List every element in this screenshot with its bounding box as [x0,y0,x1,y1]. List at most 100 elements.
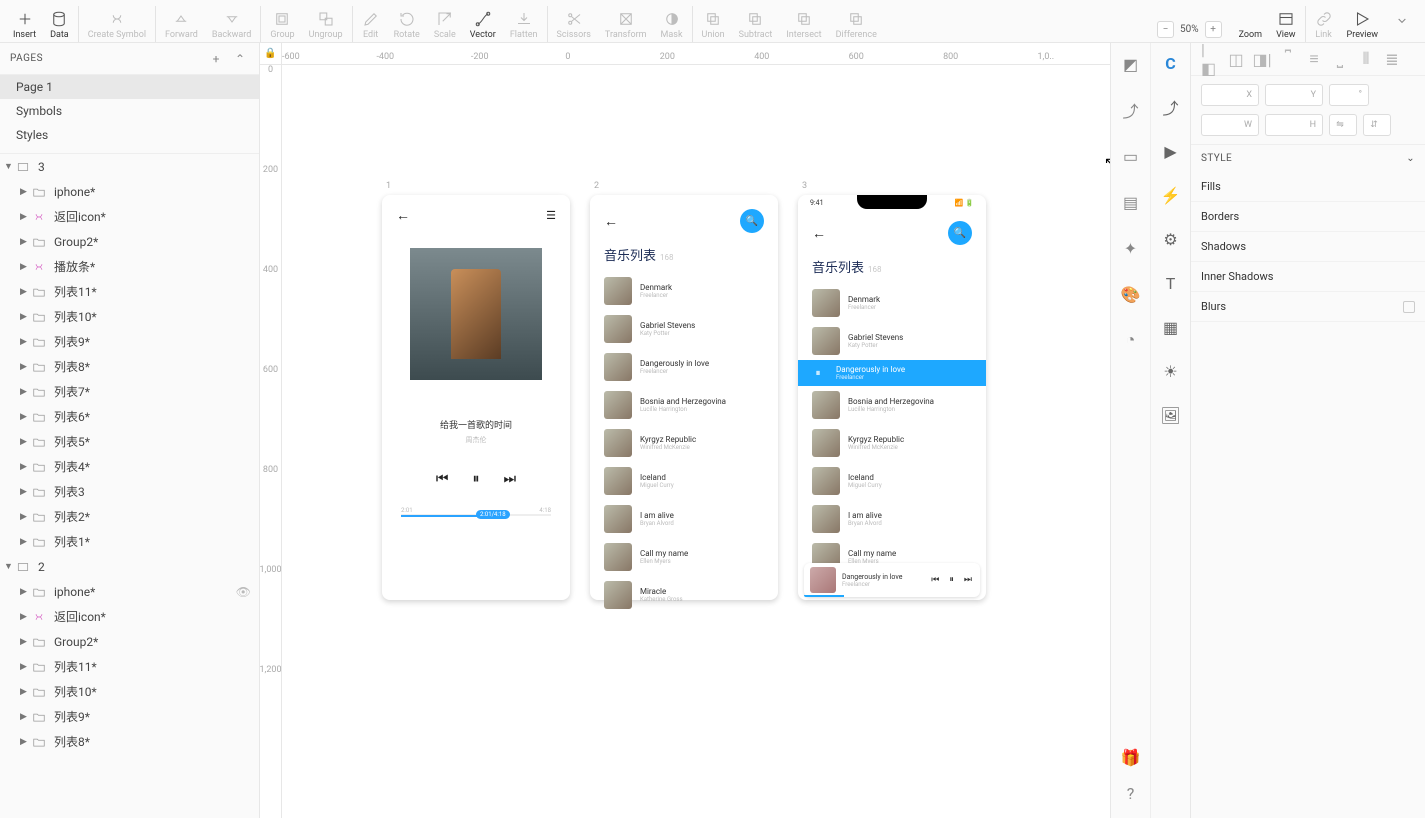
view-tool[interactable]: View [1269,0,1302,42]
ungroup-tool[interactable]: Ungroup [302,0,350,42]
next-mini-button[interactable]: ⏭ [962,575,974,585]
artboard-2[interactable]: 2 ← 🔍 音乐列表 168 DenmarkFreelancerGabriel … [590,195,778,600]
rail-upload-icon[interactable]: ⤴ [1120,99,1142,121]
now-playing-bar[interactable]: Dangerously in love Freelancer ⏮ ⏸ ⏭ [804,563,980,597]
zoom-tool[interactable]: Zoom [1232,0,1269,42]
zoom-in-button[interactable]: + [1205,21,1222,38]
rail-gift-icon[interactable]: 🎁 [1120,746,1142,768]
back-icon[interactable]: ← [812,225,826,242]
song-row[interactable]: DenmarkFreelancer [590,272,778,310]
layer-row[interactable]: ▶列表8* [0,354,259,379]
layer-row[interactable]: ▶列表5* [0,429,259,454]
next-button[interactable]: ⏭ [504,471,517,487]
rail2-brightness-icon[interactable]: ☀ [1161,361,1181,381]
align-bottom-icon[interactable]: ⎵ [1331,51,1349,67]
song-row[interactable]: I am aliveBryan Alvord [798,500,986,538]
align-vcenter-icon[interactable]: ≡ [1305,51,1323,67]
style-section-header[interactable]: STYLE⌄ [1191,144,1425,172]
layer-row[interactable]: ▶iphone*👁 [0,579,259,604]
group-tool[interactable]: Group [263,0,301,42]
align-hcenter-icon[interactable]: ◫ [1227,51,1245,67]
list-icon[interactable]: ☰ [546,209,556,222]
style-section[interactable]: Blurs [1191,292,1425,322]
prev-mini-button[interactable]: ⏮ [929,575,941,585]
layer-row[interactable]: ▼2 [0,554,259,579]
back-icon[interactable]: ← [604,213,618,230]
layer-row[interactable]: ▶iphone* [0,179,259,204]
song-row[interactable]: IcelandMiguel Curry [590,462,778,500]
rail2-export-icon[interactable]: ⤴ [1161,97,1181,117]
scissors-tool[interactable]: Scissors [550,0,598,42]
rail2-image-icon[interactable]: 🖼 [1161,405,1181,425]
prev-button[interactable]: ⏮ [436,471,449,487]
transform-tool[interactable]: Transform [598,0,654,42]
page-item[interactable]: Styles [0,123,259,147]
add-page-button[interactable]: + [207,52,225,66]
back-icon[interactable]: ← [396,207,410,224]
layer-row[interactable]: ▶列表9* [0,704,259,729]
zoom-out-button[interactable]: − [1157,21,1174,38]
align-top-icon[interactable]: ⎴ [1279,51,1297,67]
insert-tool[interactable]: Insert [6,0,43,42]
difference-tool[interactable]: Difference [829,0,884,42]
rail2-gear-icon[interactable]: ⚙ [1161,229,1181,249]
flip-v-button[interactable]: ⇵ [1363,114,1391,136]
edit-tool[interactable]: Edit [355,0,387,42]
page-item[interactable]: Page 1 [0,75,259,99]
rail-layout-icon[interactable]: ▤ [1120,191,1142,213]
rail2-c-icon[interactable]: C [1161,53,1181,73]
rail2-text-icon[interactable]: T [1161,273,1181,293]
scale-tool[interactable]: Scale [427,0,463,42]
rail-star-icon[interactable]: ✦ [1120,237,1142,259]
layer-row[interactable]: ▶列表1* [0,529,259,554]
checkbox[interactable] [1403,301,1415,313]
flip-h-button[interactable]: ⇋ [1329,114,1357,136]
subtract-tool[interactable]: Subtract [732,0,780,42]
h-field[interactable]: H [1265,114,1323,136]
song-row[interactable]: Bosnia and HerzegovinaLucille Harrington [590,386,778,424]
rail2-play-icon[interactable]: ▶ [1161,141,1181,161]
song-row[interactable]: ⏸Dangerously in loveFreelancer [798,360,986,386]
artboard-3[interactable]: 3 9:41 📶 🔋 ← 🔍 音乐列表 168 [798,195,986,600]
align-right-icon[interactable]: ◨| [1253,51,1271,67]
rail-chart-icon[interactable]: ◔ [1120,329,1142,351]
layer-row[interactable]: ▶Group2* [0,229,259,254]
song-row[interactable]: Bosnia and HerzegovinaLucille Harrington [798,386,986,424]
song-row[interactable]: MiracleKatherine Gross [590,576,778,614]
layer-row[interactable]: ▶列表9* [0,329,259,354]
style-section[interactable]: Fills [1191,172,1425,202]
style-section[interactable]: Borders [1191,202,1425,232]
preview-tool[interactable]: Preview [1340,0,1385,42]
angle-field[interactable]: ° [1329,84,1369,106]
layer-row[interactable]: ▶播放条* [0,254,259,279]
w-field[interactable]: W [1201,114,1259,136]
rail2-grid-icon[interactable]: ▦ [1161,317,1181,337]
union-tool[interactable]: Union [695,0,732,42]
create-symbol-tool[interactable]: Create Symbol [81,0,153,42]
layer-row[interactable]: ▶列表10* [0,679,259,704]
layer-row[interactable]: ▶列表11* [0,279,259,304]
search-button[interactable]: 🔍 [948,221,972,245]
layer-row[interactable]: ▶返回icon* [0,604,259,629]
search-button[interactable]: 🔍 [740,209,764,233]
intersect-tool[interactable]: Intersect [779,0,828,42]
backward-tool[interactable]: Backward [205,0,258,42]
mask-tool[interactable]: Mask [654,0,690,42]
layer-row[interactable]: ▶Group2* [0,629,259,654]
song-row[interactable]: Kyrgyz RepublicWinifred McKenzie [798,424,986,462]
song-row[interactable]: Call my nameEllen Myers [590,538,778,576]
flatten-tool[interactable]: Flatten [503,0,545,42]
layer-row[interactable]: ▶列表2* [0,504,259,529]
layer-row[interactable]: ▶返回icon* [0,204,259,229]
rail-components-icon[interactable]: ▭ [1120,145,1142,167]
ruler-lock-icon[interactable]: 🔒 [260,43,282,65]
collapse-pages-button[interactable]: ⌃ [231,52,249,66]
overflow-icon[interactable] [1385,0,1419,42]
progress-bar[interactable]: 2:01 4:18 2:01/4:18 [401,515,551,516]
x-field[interactable]: X [1201,84,1259,106]
distribute-h-icon[interactable]: ⫴ [1357,51,1375,67]
song-row[interactable]: I am aliveBryan Alvord [590,500,778,538]
pause-button[interactable]: ⏸ [473,471,480,487]
distribute-v-icon[interactable]: ≣ [1383,51,1401,67]
rail-palette-icon[interactable]: 🎨 [1120,283,1142,305]
